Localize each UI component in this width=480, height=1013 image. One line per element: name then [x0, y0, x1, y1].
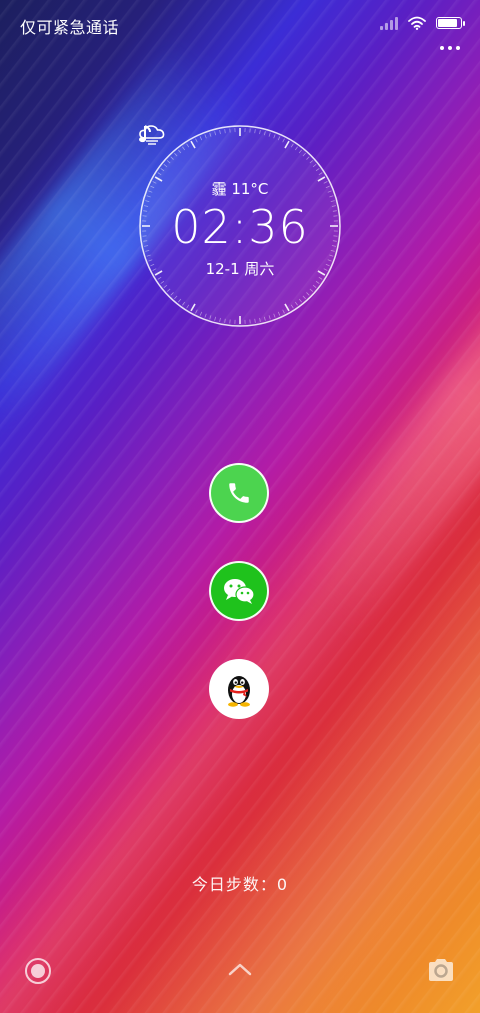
- signal-icon: [380, 16, 398, 30]
- assistant-icon[interactable]: [24, 957, 52, 985]
- battery-icon: [436, 17, 465, 29]
- wechat-icon: [224, 579, 255, 604]
- music-note-icon[interactable]: [138, 124, 154, 144]
- step-counter: 今日步数：0: [191, 875, 289, 894]
- wifi-icon: [408, 16, 426, 30]
- wechat-shortcut-button[interactable]: [209, 561, 269, 621]
- camera-icon[interactable]: [426, 957, 456, 983]
- chevron-up-icon[interactable]: [228, 962, 252, 976]
- battery-fill: [438, 19, 457, 27]
- more-dots-icon[interactable]: [440, 46, 460, 50]
- clock-date: 12-1 周六: [205, 260, 275, 278]
- status-bar: 仅可紧急通话: [0, 0, 480, 52]
- status-icons: [380, 16, 465, 30]
- phone-shortcut-button[interactable]: [209, 463, 269, 523]
- clock-time: 02:36: [171, 200, 309, 254]
- weather-readout: 霾 11°C: [211, 180, 269, 198]
- clock-widget[interactable]: 霾 11°C 02:36 12-1 周六: [138, 124, 342, 328]
- lock-screen: 仅可紧急通话 霾 11°C 02:36 12-1 周六 今日步数：0: [0, 0, 480, 1013]
- qq-penguin-icon: [228, 676, 250, 707]
- phone-icon: [229, 483, 249, 503]
- qq-shortcut-button[interactable]: [209, 659, 269, 719]
- carrier-status: 仅可紧急通话: [20, 18, 120, 37]
